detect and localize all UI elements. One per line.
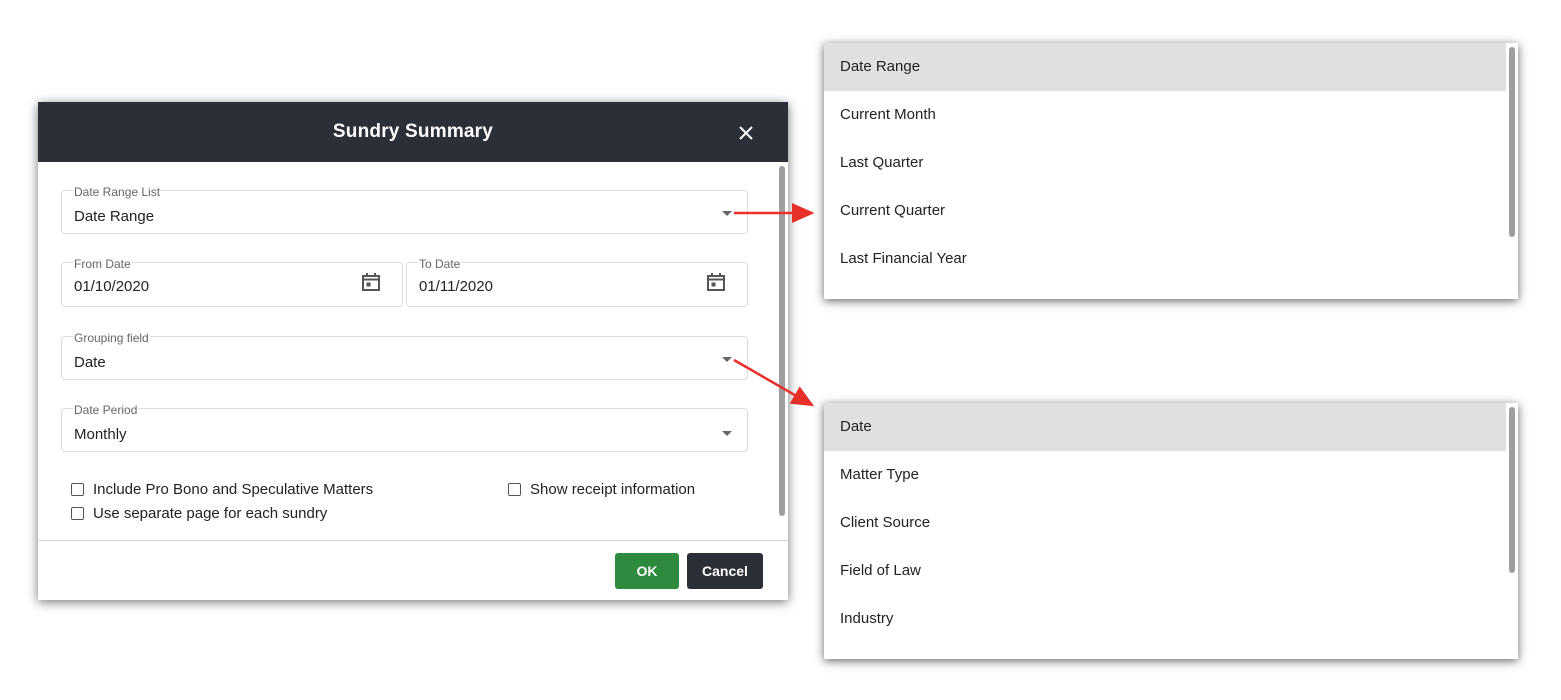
annotation-arrows bbox=[733, 203, 815, 407]
arrow-pointer bbox=[733, 358, 815, 407]
